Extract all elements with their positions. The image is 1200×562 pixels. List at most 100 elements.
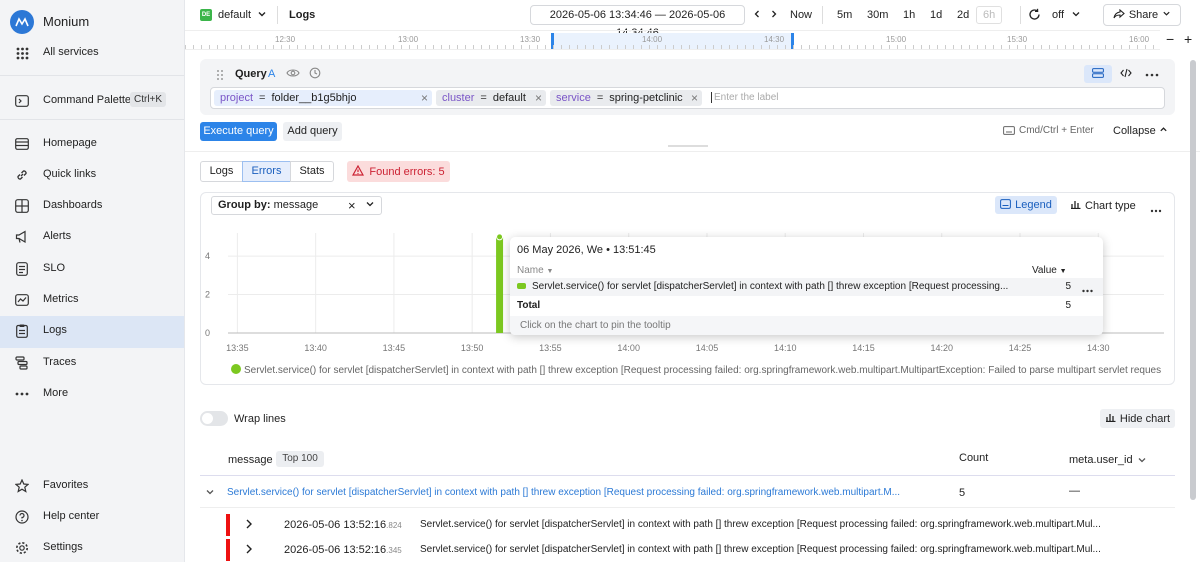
auto-refresh-select[interactable]: off — [1052, 9, 1064, 21]
log-timestamp: 2026-05-06 13:52:16.345 — [284, 544, 402, 556]
clear-icon[interactable]: × — [348, 197, 356, 214]
group-message-link[interactable]: Servlet.service() for servlet [dispatche… — [227, 487, 927, 498]
tooltip-name-header-label: Name — [517, 265, 544, 276]
filter-key: project — [220, 92, 254, 104]
filter-operator: = — [259, 92, 266, 104]
sidebar-item-label: Favorites — [43, 479, 89, 491]
sidebar-item-help-center[interactable]: Help center — [0, 502, 184, 532]
hide-chart-button[interactable]: Hide chart — [1100, 409, 1175, 428]
share-button[interactable]: Share — [1103, 4, 1181, 26]
resize-handle[interactable] — [668, 145, 708, 147]
filter-value: folder__b1g5bhjo — [271, 92, 357, 104]
sidebar-item-metrics[interactable]: Metrics — [0, 285, 184, 315]
chart-point — [496, 233, 504, 241]
refresh-icon[interactable] — [1028, 8, 1041, 24]
tooltip-name-header[interactable]: Name ▼ — [517, 265, 553, 276]
add-query-button[interactable]: Add query — [283, 122, 342, 141]
sidebar-divider — [0, 119, 184, 120]
sidebar-item-more[interactable]: More — [0, 379, 184, 409]
app-logo-icon[interactable] — [10, 10, 34, 34]
group-by-label: Group by: — [218, 199, 271, 211]
builder-icon — [1092, 67, 1104, 81]
sidebar-item-homepage[interactable]: Homepage — [0, 129, 184, 159]
sidebar-item-all-services[interactable]: All services — [0, 38, 184, 68]
chart-type-button[interactable]: Chart type — [1070, 199, 1136, 212]
remove-filter-icon[interactable]: × — [535, 90, 542, 106]
more-options-icon[interactable] — [1082, 284, 1093, 296]
drag-handle-icon[interactable] — [216, 69, 224, 84]
sidebar-item-dashboards[interactable]: Dashboards — [0, 191, 184, 221]
tab-errors[interactable]: Errors — [242, 161, 291, 182]
sidebar-item-logs[interactable]: Logs — [0, 316, 184, 348]
chevron-down-icon[interactable] — [365, 198, 375, 215]
tooltip-value-header[interactable]: Value ▼ — [1032, 265, 1067, 276]
label-input-placeholder[interactable]: Enter the label — [711, 92, 779, 103]
zoom-out-icon[interactable]: − — [1166, 31, 1174, 47]
chart-legend-entry[interactable]: Servlet.service() for servlet [dispatche… — [231, 364, 1161, 376]
preset-30m-button[interactable]: 30m — [867, 9, 888, 21]
builder-view-button[interactable] — [1084, 65, 1112, 83]
preset-2d-button[interactable]: 2d — [957, 9, 969, 21]
tooltip-row: Servlet.service() for servlet [dispatche… — [510, 278, 1103, 296]
page-scrollbar[interactable] — [1190, 60, 1196, 500]
x-tick-label: 13:50 — [461, 343, 484, 353]
chevron-down-icon[interactable] — [1137, 455, 1147, 468]
chevron-down-icon[interactable] — [205, 487, 215, 500]
now-button[interactable]: Now — [790, 9, 812, 21]
sidebar-item-alerts[interactable]: Alerts — [0, 222, 184, 252]
legend-toggle-button[interactable]: Legend — [995, 196, 1057, 214]
sidebar-item-traces[interactable]: Traces — [0, 348, 184, 378]
tooltip-value-header-label: Value — [1032, 265, 1057, 276]
query-id: A — [268, 68, 276, 80]
preset-1h-button[interactable]: 1h — [903, 9, 915, 21]
preset-1d-button[interactable]: 1d — [930, 9, 942, 21]
app-name: Monium — [43, 14, 90, 29]
tab-stats[interactable]: Stats — [290, 161, 334, 182]
sidebar-item-quick-links[interactable]: Quick links — [0, 160, 184, 190]
sidebar-item-settings[interactable]: Settings — [0, 533, 184, 562]
query-label-input[interactable]: project = folder__b1g5bhjo × cluster = defau… — [210, 87, 1165, 109]
more-options-icon[interactable] — [1145, 68, 1159, 80]
chevron-right-icon[interactable] — [244, 518, 254, 533]
sidebar-item-command-palette[interactable]: Command Palette Ctrl+K — [0, 86, 184, 116]
custom-preset-input[interactable]: 6h — [976, 6, 1003, 24]
tooltip-total-value: 5 — [1065, 300, 1071, 311]
column-header-user-id[interactable]: meta.user_id — [1069, 454, 1133, 466]
chevron-right-icon[interactable] — [244, 543, 254, 558]
time-range-picker[interactable]: 2026-05-06 13:34:46 — 2026-05-06 14:34:4… — [530, 5, 745, 39]
execute-query-button[interactable]: Execute query — [200, 122, 277, 141]
collapse-button[interactable]: Collapse — [1113, 125, 1168, 137]
timeline-navigator[interactable]: 12:30 13:00 13:30 14:00 14:30 15:00 15:3… — [185, 30, 1160, 50]
remove-filter-icon[interactable]: × — [421, 90, 428, 106]
filter-chip-cluster[interactable]: cluster = default × — [436, 90, 546, 106]
column-header-count[interactable]: Count — [959, 452, 988, 464]
table-row[interactable]: 2026-05-06 13:52:16.824 Servlet.service(… — [226, 514, 1175, 536]
query-panel: Query A project = folder__b1g5bhjo × clust… — [200, 59, 1175, 115]
x-tick-label: 13:55 — [539, 343, 562, 353]
tab-logs[interactable]: Logs — [200, 161, 243, 182]
sidebar-item-favorites[interactable]: Favorites — [0, 471, 184, 501]
workspace-selector[interactable]: default — [218, 9, 251, 21]
shortcut-hint: Ctrl+K — [130, 92, 167, 107]
remove-filter-icon[interactable]: × — [691, 90, 698, 106]
error-level-indicator — [226, 514, 230, 536]
preset-5m-button[interactable]: 5m — [837, 9, 852, 21]
chevron-down-icon[interactable] — [1071, 9, 1081, 22]
chevron-right-icon[interactable] — [769, 9, 779, 22]
group-by-select[interactable]: Group by: message × — [211, 196, 382, 215]
chevron-left-icon[interactable] — [752, 9, 762, 22]
eye-icon[interactable] — [286, 68, 300, 81]
share-icon — [1113, 8, 1125, 22]
chevron-down-icon[interactable] — [257, 9, 267, 22]
history-icon[interactable] — [309, 67, 321, 82]
zoom-in-icon[interactable]: + — [1184, 31, 1192, 47]
sidebar-item-slo[interactable]: SLO — [0, 254, 184, 284]
x-tick-label: 14:05 — [696, 343, 719, 353]
table-row[interactable]: 2026-05-06 13:52:16.345 Servlet.service(… — [226, 539, 1175, 561]
more-options-icon[interactable] — [1150, 204, 1162, 216]
filter-chip-project[interactable]: project = folder__b1g5bhjo × — [214, 90, 432, 106]
wrap-lines-toggle[interactable] — [200, 411, 228, 426]
filter-chip-service[interactable]: service = spring-petclinic × — [550, 90, 702, 106]
column-header-message[interactable]: message — [228, 454, 273, 466]
code-view-button[interactable] — [1114, 65, 1138, 83]
